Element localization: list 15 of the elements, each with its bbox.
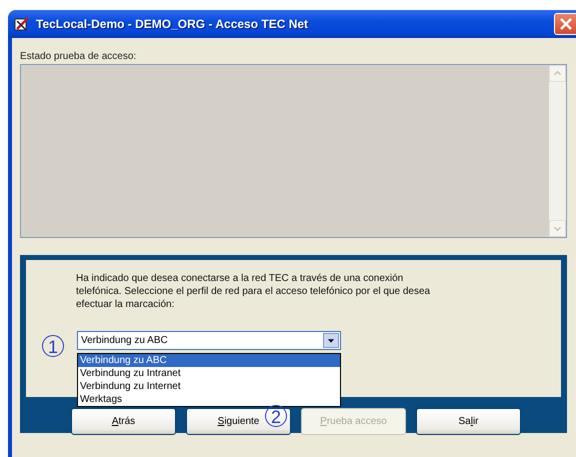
- dropdown-option[interactable]: Verbindung zu ABC: [78, 354, 340, 367]
- window-title: TecLocal-Demo - DEMO_ORG - Acceso TEC Net: [36, 17, 310, 31]
- close-icon: [558, 17, 572, 31]
- profile-dropdown[interactable]: Verbindung zu ABC: [77, 331, 341, 350]
- app-icon: [14, 16, 30, 32]
- wizard-button[interactable]: Atrás: [71, 408, 176, 435]
- wizard-button[interactable]: Salir: [416, 408, 521, 435]
- dropdown-option[interactable]: Verbindung zu Intranet: [78, 367, 340, 380]
- dropdown-option[interactable]: Werktags: [78, 393, 340, 406]
- dropdown-option[interactable]: Verbindung zu Internet: [78, 380, 340, 393]
- close-button[interactable]: [554, 13, 576, 35]
- instructions-text: Ha indicado que desea conectarse a la red TEC a través de una conexión telefónica. Seleccione el perfil de red para el acceso telefónico por el que desea efectuar la marcación:: [76, 272, 432, 311]
- field-label: Estado prueba de acceso:: [20, 50, 138, 64]
- callout-number: 2: [265, 405, 287, 427]
- callout-number: 1: [42, 335, 64, 357]
